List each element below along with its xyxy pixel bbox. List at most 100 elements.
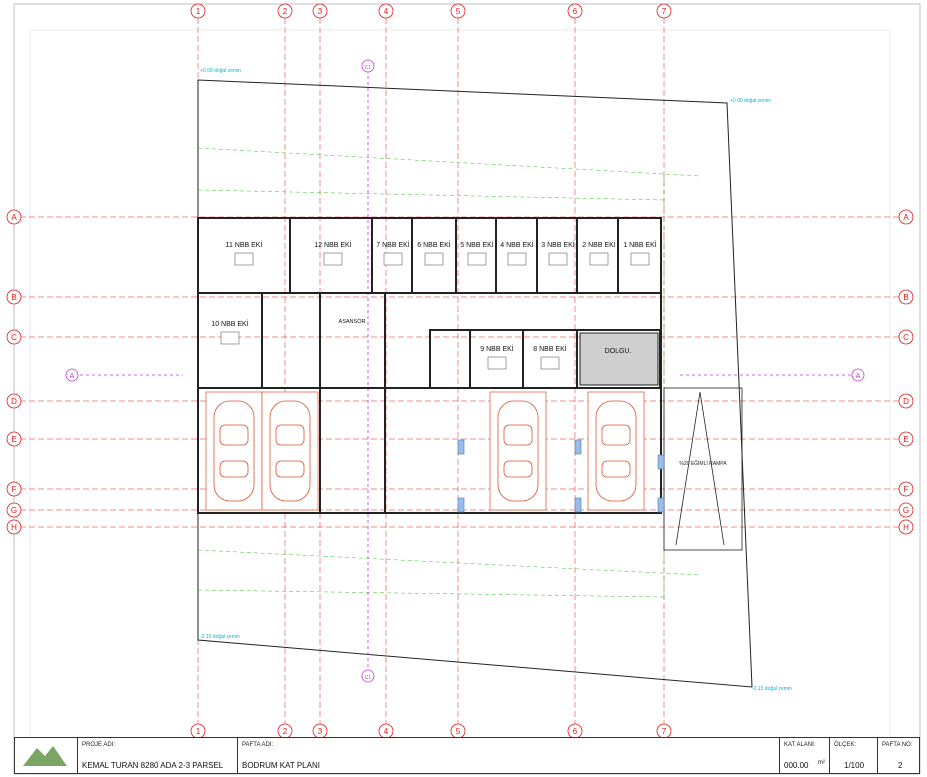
section-marker — [65, 59, 865, 683]
room-info-box — [507, 252, 527, 266]
grid-label: 5 — [456, 727, 461, 736]
floor-plan-drawing: 11223344556677A AB BC CD DE EF FG GH H A A C1 C1… — [6, 3, 921, 775]
lot-boundary — [197, 79, 753, 688]
elevator-label: ASANSÖR — [339, 318, 366, 325]
grid-bubble: F — [6, 481, 22, 497]
section-label-right: A — [856, 373, 861, 380]
room-label: 5 NBB EKİ — [460, 240, 494, 249]
grid-bubble: 7 — [656, 3, 672, 19]
scale-label: ÖLÇEK: — [834, 742, 857, 748]
room-label: 11 NBB EKİ — [226, 240, 263, 249]
grid-bubble: 7 — [656, 723, 672, 739]
room-label: 7 NBB EKİ — [376, 240, 410, 249]
grid-bubble: A — [898, 209, 914, 225]
grid-label: 5 — [456, 7, 461, 16]
grid-bubble: 2 — [277, 3, 293, 19]
ramp-label: %20 EĞİMLİ RAMPA — [679, 460, 727, 467]
room-info-box — [220, 331, 240, 345]
room-info-box — [234, 252, 254, 266]
grid-label: F — [904, 485, 909, 494]
grid-bubble: 6 — [567, 723, 583, 739]
sheet-name-label: PAFTA ADI: — [242, 742, 274, 748]
sheet-cell: PAFTA ADI: BODRUM KAT PLANI — [237, 738, 779, 773]
grid-bubble: D — [6, 393, 22, 409]
grid-bubble: E — [898, 431, 914, 447]
grid-bubble: 4 — [378, 3, 394, 19]
grid-label: 6 — [573, 727, 578, 736]
grid-bubble: 1 — [190, 723, 206, 739]
grid-label: C — [903, 333, 909, 342]
room-label: 6 NBB EKİ — [417, 240, 451, 249]
room-label: 10 NBB EKİ — [211, 319, 248, 328]
floor-area-unit: m² — [818, 760, 825, 766]
grid-label: F — [12, 485, 17, 494]
grid-bubble: 5 — [450, 3, 466, 19]
room-info-box — [589, 252, 609, 266]
grid-label: 1 — [196, 727, 201, 736]
room-info-box — [630, 252, 650, 266]
sheet-no-cell: PAFTA NO: 2 — [877, 738, 920, 773]
elevation-label: -2.10 doğal zemin — [200, 634, 240, 640]
room-label: 4 NBB EKİ — [500, 240, 534, 249]
grid-bubble: B — [6, 289, 22, 305]
room-label: 1 NBB EKİ — [623, 240, 657, 249]
grid-label: A — [903, 213, 909, 222]
room-info-box — [467, 252, 487, 266]
grid-lines — [20, 18, 900, 725]
grid-bubble: G — [898, 502, 914, 518]
elevation-label: +0.00 doğal zemin — [730, 98, 771, 104]
grid-label: 7 — [662, 7, 667, 16]
grid-bubble: 6 — [567, 3, 583, 19]
sheet-no-value: 2 — [898, 761, 903, 770]
grid-label: 7 — [662, 727, 667, 736]
room-label: 2 NBB EKİ — [582, 240, 616, 249]
section-label-top: C1 — [365, 65, 372, 71]
grid-label: 2 — [283, 727, 288, 736]
grid-label: E — [903, 435, 908, 444]
grid-bubble: 3 — [312, 3, 328, 19]
project-name-label: PROJE ADI: — [82, 742, 116, 748]
ramp — [663, 387, 743, 551]
grid-label: C — [11, 333, 17, 342]
floor-area-value: 000.00 — [784, 761, 809, 770]
elevation-label: +0.00 doğal zemin — [200, 68, 241, 74]
room-info-box — [487, 356, 507, 370]
room-info-box — [424, 252, 444, 266]
grid-bubble: 5 — [450, 723, 466, 739]
room-info-box — [323, 252, 343, 266]
elevation-label: -2.15 doğal zemin — [752, 686, 792, 692]
floor-area-label: KAT ALANI: — [784, 742, 816, 748]
grid-bubble: A — [6, 209, 22, 225]
grid-label: H — [11, 523, 17, 532]
room-label: 3 NBB EKİ — [541, 240, 575, 249]
title-block: PROJE ADI: KEMAL TURAN 8280 ADA 2-3 PARS… — [14, 737, 920, 774]
room-label: 8 NBB EKİ — [533, 344, 567, 353]
room-info-box — [383, 252, 403, 266]
project-name: KEMAL TURAN 8280 ADA 2-3 PARSEL — [82, 761, 224, 770]
dolgu-fill — [579, 332, 659, 386]
grid-label: 4 — [384, 7, 389, 16]
grid-label: D — [903, 397, 909, 406]
grid-bubble: H — [898, 519, 914, 535]
room-info-box — [548, 252, 568, 266]
grid-bubble: F — [898, 481, 914, 497]
scale-value: 1/100 — [844, 761, 865, 770]
dolgu-label: DOLGU. — [605, 348, 632, 355]
room-info-box — [540, 356, 560, 370]
scale-cell: ÖLÇEK: 1/100 — [829, 738, 877, 773]
grid-label: B — [903, 293, 908, 302]
grid-label: 3 — [318, 7, 323, 16]
sheet-name: BODRUM KAT PLANI — [242, 761, 320, 770]
grid-bubble: G — [6, 502, 22, 518]
mountain-logo-icon — [23, 746, 67, 766]
grid-label: D — [11, 397, 17, 406]
grid-bubble: 2 — [277, 723, 293, 739]
grid-label: 2 — [283, 7, 288, 16]
room-label: 12 NBB EKİ — [314, 240, 351, 249]
section-label-left: A — [70, 373, 75, 380]
grid-label: G — [903, 506, 909, 515]
room-label: 9 NBB EKİ — [480, 344, 514, 353]
grid-bubble: C — [898, 329, 914, 345]
grid-bubble: D — [898, 393, 914, 409]
grid-label: 1 — [196, 7, 201, 16]
